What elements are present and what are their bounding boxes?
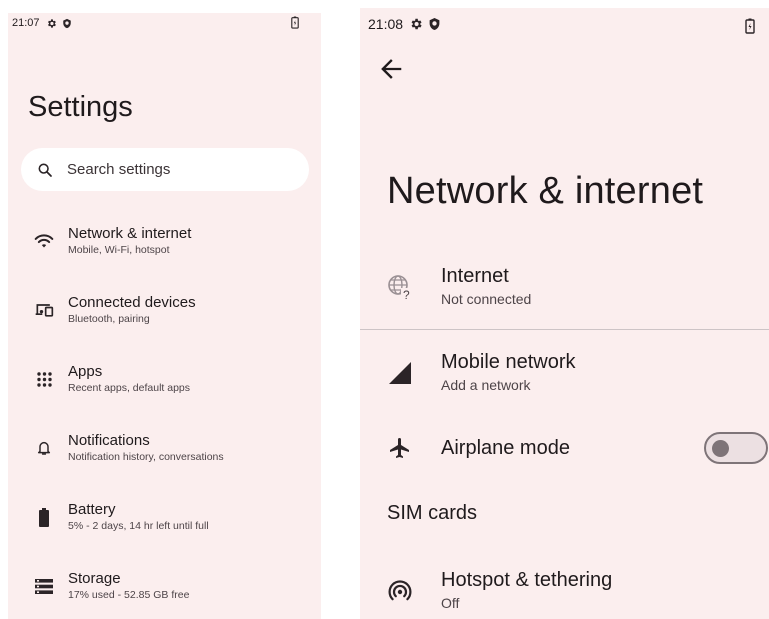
signal-icon <box>386 361 414 384</box>
battery-charging-icon <box>291 16 299 29</box>
storage-icon <box>30 578 58 594</box>
airplane-icon <box>386 436 414 460</box>
back-button[interactable] <box>376 54 406 84</box>
globe-question-icon: ? <box>386 274 414 300</box>
hotspot-tethering-item[interactable]: Hotspot & tethering Off <box>360 568 769 613</box>
back-arrow-icon <box>381 59 402 79</box>
svg-text:?: ? <box>403 288 410 300</box>
page-title: Network & internet <box>387 170 704 212</box>
status-time: 21:07 <box>12 17 40 29</box>
devices-icon <box>30 302 58 318</box>
airplane-mode-toggle[interactable] <box>704 432 768 464</box>
item-title: Battery <box>68 501 116 518</box>
gear-icon <box>411 18 422 30</box>
settings-item-notifications[interactable]: Notifications Notification history, conv… <box>8 426 321 470</box>
item-title: Hotspot & tethering <box>441 569 613 591</box>
shield-icon <box>62 18 71 28</box>
item-subtitle: 5% - 2 days, 14 hr left until full <box>68 520 209 532</box>
item-subtitle: Recent apps, default apps <box>68 382 191 394</box>
network-internet-screen: 21:08 Network & internet ? Internet Not … <box>360 8 769 619</box>
settings-screen: 21:07 Settings Search settings Network &… <box>8 13 321 619</box>
shield-icon <box>429 18 440 30</box>
item-subtitle: Not connected <box>441 291 532 307</box>
settings-item-network[interactable]: Network & internet Mobile, Wi-Fi, hotspo… <box>8 219 321 263</box>
toggle-knob <box>712 440 729 457</box>
item-subtitle: Add a network <box>441 377 531 393</box>
search-icon <box>37 162 53 178</box>
item-subtitle: Off <box>441 595 460 611</box>
item-subtitle: 17% used - 52.85 GB free <box>68 589 190 601</box>
bell-icon <box>30 439 58 457</box>
item-title: Notifications <box>68 432 150 449</box>
item-subtitle: Notification history, conversations <box>68 451 224 463</box>
internet-item[interactable]: ? Internet Not connected <box>360 264 769 309</box>
status-time: 21:08 <box>368 16 404 32</box>
settings-item-apps[interactable]: Apps Recent apps, default apps <box>8 357 321 401</box>
search-input[interactable]: Search settings <box>21 148 309 191</box>
page-title: Settings <box>28 91 133 123</box>
settings-item-battery[interactable]: Battery 5% - 2 days, 14 hr left until fu… <box>8 495 321 539</box>
settings-item-connected-devices[interactable]: Connected devices Bluetooth, pairing <box>8 288 321 332</box>
item-subtitle: Mobile, Wi-Fi, hotspot <box>68 244 170 256</box>
item-title: Apps <box>68 363 103 380</box>
item-subtitle: Bluetooth, pairing <box>68 313 150 325</box>
item-title: Storage <box>68 570 121 587</box>
battery-charging-icon <box>745 18 755 34</box>
sim-cards-item[interactable]: SIM cards <box>387 502 477 525</box>
status-bar: 21:08 <box>360 12 769 36</box>
divider <box>360 329 769 330</box>
item-title: Airplane mode <box>441 437 570 459</box>
gear-icon <box>47 18 56 28</box>
apps-grid-icon <box>30 371 58 387</box>
battery-icon <box>30 507 58 527</box>
mobile-network-item[interactable]: Mobile network Add a network <box>360 350 769 395</box>
wifi-icon <box>30 233 58 249</box>
item-title: Connected devices <box>68 294 196 311</box>
status-bar: 21:07 <box>8 13 321 33</box>
item-title: Internet <box>441 265 509 287</box>
search-placeholder: Search settings <box>67 161 171 178</box>
item-title: Mobile network <box>441 351 576 373</box>
settings-item-storage[interactable]: Storage 17% used - 52.85 GB free <box>8 564 321 608</box>
hotspot-icon <box>386 579 414 603</box>
item-title: Network & internet <box>68 225 192 242</box>
